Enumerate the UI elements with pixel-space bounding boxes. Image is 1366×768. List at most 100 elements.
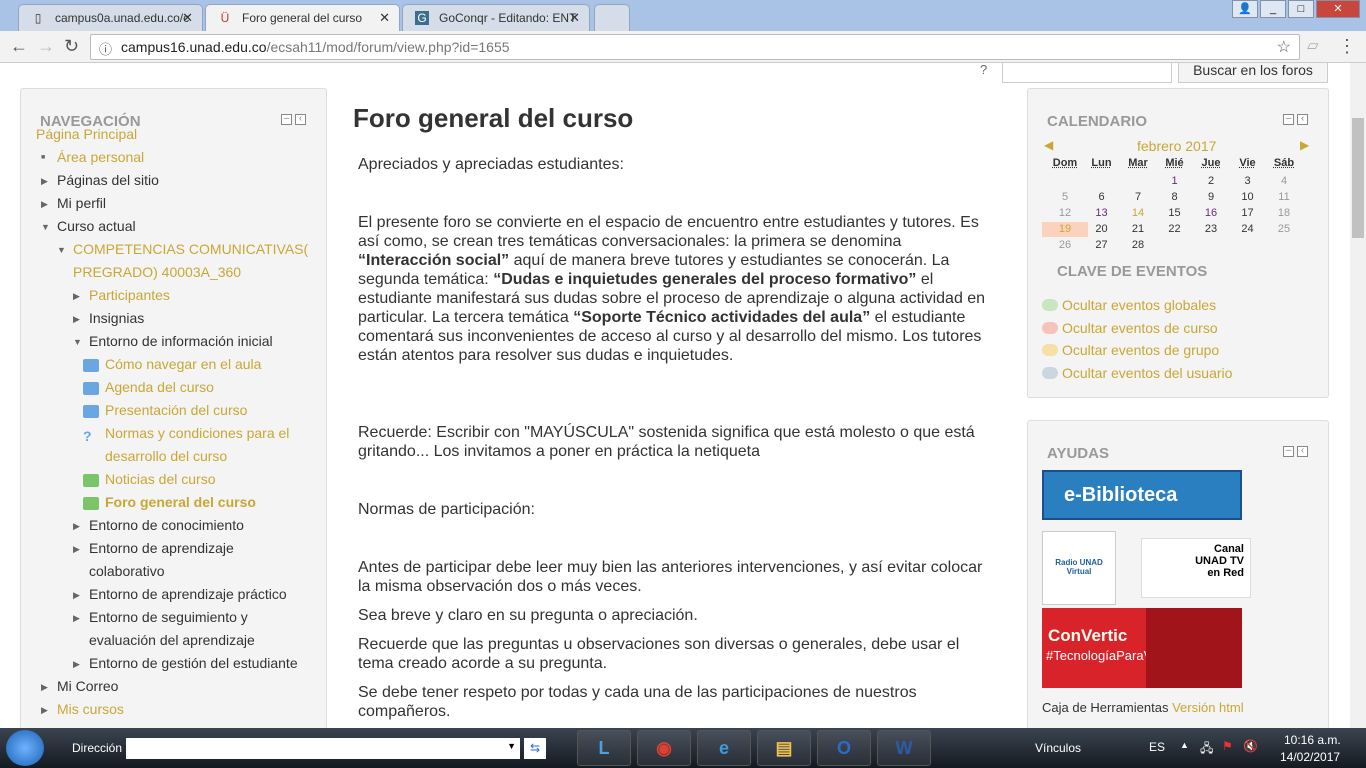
volume-muted-icon[interactable]: 🔇 (1243, 739, 1258, 753)
nav-item[interactable]: COMPETENCIAS COMUNICATIVAS( (73, 241, 308, 257)
reload-icon[interactable]: ↻ (64, 36, 79, 57)
nav-item[interactable]: Insignias (89, 310, 144, 326)
page-title: Foro general del curso (353, 103, 634, 133)
label: Ocultar eventos globales (1062, 297, 1217, 313)
next-month-icon[interactable]: ▶ (1300, 138, 1309, 152)
scrollbar-thumb[interactable] (1352, 118, 1364, 238)
taskbar-ie[interactable]: e (697, 730, 751, 766)
toggle-group-events[interactable]: Ocultar eventos de grupo (1042, 342, 1219, 358)
clock-date[interactable]: 14/02/2017 (1280, 750, 1340, 764)
nav-item[interactable]: PREGRADO) 40003A_360 (73, 264, 241, 280)
nav-item[interactable]: Curso actual (57, 218, 136, 234)
start-button[interactable] (6, 730, 44, 766)
text: El presente foro se convierte en el espa… (358, 214, 979, 250)
maximize-button[interactable]: □ (1288, 0, 1314, 18)
expand-icon: ▶ (41, 199, 48, 209)
nav-item[interactable]: Entorno de gestión del estudiante (89, 655, 298, 671)
nav-item[interactable]: Agenda del curso (105, 379, 214, 395)
new-tab-button[interactable] (594, 4, 630, 31)
convertic-banner[interactable]: ConVertic #TecnologíaParaVer (1042, 608, 1242, 688)
collapse-icon[interactable]: – (1283, 446, 1294, 457)
help-icon[interactable]: ? (980, 63, 987, 77)
nav-item[interactable]: Entorno de conocimiento (89, 517, 244, 533)
calendar-day[interactable]: 28 (1115, 238, 1161, 253)
calendar-month[interactable]: febrero 2017 (1137, 138, 1216, 154)
minimize-button[interactable]: _ (1260, 0, 1286, 18)
tab-foro-general[interactable]: Ü Foro general del curso ✕ (205, 4, 400, 31)
calendar-day[interactable]: 25 (1261, 222, 1307, 237)
nav-item[interactable]: Páginas del sitio (57, 172, 159, 188)
forum-icon (83, 474, 99, 487)
tab-campus0a[interactable]: ▯ campus0a.unad.edu.co/c ✕ (18, 4, 203, 31)
taskbar-outlook[interactable]: O (817, 730, 871, 766)
calendar-day[interactable]: 11 (1261, 190, 1307, 205)
show-hidden-icons[interactable]: ▲ (1180, 740, 1189, 750)
close-tab-icon[interactable]: ✕ (569, 10, 580, 26)
extension-icon[interactable]: ▱ (1307, 36, 1319, 54)
taskbar-lync[interactable]: L (577, 730, 631, 766)
url-input[interactable]: ⓘ campus16.unad.edu.co/ecsah11/mod/forum/… (90, 34, 1300, 60)
nav-item[interactable]: colaborativo (89, 563, 165, 579)
taskbar-explorer[interactable]: ▤ (757, 730, 811, 766)
nav-item[interactable]: Entorno de aprendizaje (89, 540, 234, 556)
close-tab-icon[interactable]: ✕ (182, 10, 193, 26)
folder-icon (83, 359, 99, 372)
nav-item[interactable]: Página Principal (36, 126, 137, 142)
taskbar-word[interactable]: W (877, 730, 931, 766)
menu-icon[interactable]: ⋮ (1338, 36, 1356, 57)
toggle-user-events[interactable]: Ocultar eventos del usuario (1042, 365, 1232, 381)
canal-unad-logo[interactable]: Canal UNAD TV en Red (1141, 538, 1251, 598)
clock-time[interactable]: 10:16 a.m. (1284, 733, 1341, 747)
bookmark-star-icon[interactable]: ☆ (1277, 37, 1291, 57)
dock-icon[interactable]: ‹ (1297, 446, 1308, 457)
forum-search-input[interactable] (1002, 63, 1172, 83)
nav-item[interactable]: Entorno de aprendizaje práctico (89, 586, 287, 602)
links-toolbar[interactable]: Vínculos (1035, 741, 1081, 755)
nav-item[interactable]: evaluación del aprendizaje (89, 632, 255, 648)
nav-item[interactable]: Presentación del curso (105, 402, 247, 418)
dock-icon[interactable]: ‹ (295, 114, 306, 125)
collapse-icon[interactable]: – (1283, 114, 1294, 125)
nav-item[interactable]: Área personal (57, 149, 144, 165)
calendar-day[interactable]: 4 (1261, 174, 1307, 189)
calendar-day[interactable]: 18 (1261, 206, 1307, 221)
back-icon[interactable]: ← (10, 36, 28, 57)
taskbar-chrome[interactable]: ◉ (637, 730, 691, 766)
tab-goconqr[interactable]: G GoConqr - Editando: ENT ✕ (402, 4, 590, 31)
e-biblioteca-banner[interactable]: e-Biblioteca (1042, 470, 1242, 520)
nav-item[interactable]: Participantes (89, 287, 170, 303)
go-icon[interactable]: ⇆ (524, 738, 546, 759)
nav-item[interactable]: Mi perfil (57, 195, 106, 211)
nav-item[interactable]: Mi Correo (57, 678, 118, 694)
nav-item[interactable]: Entorno de seguimiento y (89, 609, 248, 625)
action-center-icon[interactable]: ⚑ (1222, 739, 1233, 753)
dropdown-icon[interactable]: ▼ (507, 741, 516, 751)
search-forums-button[interactable]: Buscar en los foros (1178, 63, 1328, 83)
nav-item[interactable]: Entorno de información inicial (89, 333, 273, 349)
page-scrollbar[interactable] (1350, 63, 1366, 728)
toggle-course-events[interactable]: Ocultar eventos de curso (1042, 320, 1218, 336)
nav-item[interactable]: desarrollo del curso (105, 448, 227, 464)
nav-item[interactable]: Normas y condiciones para el (105, 425, 289, 441)
weekday-header: Mié (1165, 157, 1184, 169)
network-icon[interactable]: 🖧 (1200, 739, 1213, 760)
nav-item[interactable]: Foro general del curso (105, 494, 256, 510)
forward-icon[interactable]: → (37, 36, 55, 57)
nav-item[interactable]: Mis cursos (57, 701, 124, 717)
taskbar-address-input[interactable]: ▼ (126, 738, 520, 759)
user-icon[interactable]: 👤 (1232, 0, 1258, 18)
nav-item[interactable]: Noticias del curso (105, 471, 216, 487)
html-version-link[interactable]: Versión html (1172, 700, 1244, 715)
topic-2: “Dudas e inquietudes generales del proce… (493, 271, 917, 288)
close-tab-icon[interactable]: ✕ (379, 10, 390, 26)
help-icon: ? (83, 428, 92, 444)
nav-item[interactable]: Cómo navegar en el aula (105, 356, 261, 372)
toggle-global-events[interactable]: Ocultar eventos globales (1042, 297, 1216, 313)
radio-unad-logo[interactable]: Radio UNAD Virtual (1042, 531, 1116, 605)
language-indicator[interactable]: ES (1149, 740, 1165, 754)
prev-month-icon[interactable]: ◀ (1044, 138, 1053, 152)
collapse-icon[interactable]: – (281, 114, 292, 125)
expand-icon: ▶ (73, 291, 80, 301)
close-window-button[interactable]: ✕ (1316, 0, 1360, 18)
dock-icon[interactable]: ‹ (1297, 114, 1308, 125)
